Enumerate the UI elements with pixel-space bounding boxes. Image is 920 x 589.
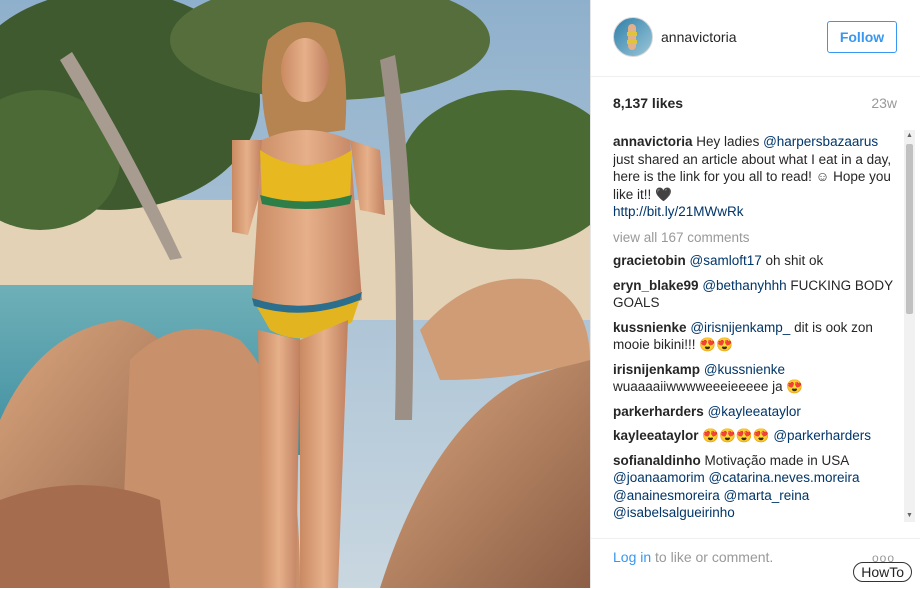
comment-item: kussnienke @irisnijenkamp_ dit is ook zo… — [613, 319, 895, 354]
caption-mention[interactable]: @harpersbazaarus — [763, 134, 878, 149]
scroll-up-arrow-icon[interactable]: ▲ — [904, 130, 915, 142]
comment-item: kayleeataylor 😍😍😍😍 @parkerharders — [613, 427, 895, 445]
comments-scrollbar[interactable]: ▲ ▼ — [904, 130, 915, 522]
comment-mention[interactable]: @parkerharders — [773, 428, 871, 443]
comment-item: parkerharders @kayleeataylor — [613, 403, 895, 421]
comment-mention[interactable]: @bethanyhhh — [702, 278, 786, 293]
comment-mention[interactable]: @kayleeataylor — [708, 404, 801, 419]
comments-list[interactable]: annavictoria Hey ladies @harpersbazaarus… — [613, 130, 895, 522]
comment-item: gracietobin @samloft17 oh shit ok — [613, 252, 895, 270]
login-link[interactable]: Log in — [613, 549, 651, 565]
scrollbar-thumb[interactable] — [906, 144, 913, 314]
comment-username[interactable]: kayleeataylor — [613, 428, 699, 443]
comment-item: irisnijenkamp @kussnienke wuaaaaiiwwwwee… — [613, 361, 895, 396]
howto-watermark: HowTo — [853, 562, 912, 582]
post-side-panel: annavictoria Follow 8,137 likes 23w anna… — [590, 0, 920, 588]
comment-username[interactable]: gracietobin — [613, 253, 686, 268]
comment-text: 😍😍😍😍 — [698, 428, 774, 443]
like-count[interactable]: 8,137 likes — [613, 95, 683, 111]
comment-item: sofianaldinho Motivação made in USA @joa… — [613, 452, 895, 522]
caption-username[interactable]: annavictoria — [613, 134, 693, 149]
avatar[interactable] — [613, 17, 653, 57]
view-all-comments-link[interactable]: view all 167 comments — [613, 229, 895, 247]
caption-text: just shared an article about what I eat … — [613, 151, 892, 202]
scroll-down-arrow-icon[interactable]: ▼ — [904, 510, 915, 522]
login-prompt-text: to like or comment. — [651, 549, 774, 565]
comment-username[interactable]: parkerharders — [613, 404, 704, 419]
post-time[interactable]: 23w — [871, 95, 897, 111]
caption-text: Hey ladies — [692, 134, 764, 149]
caption: annavictoria Hey ladies @harpersbazaarus… — [613, 133, 895, 221]
comment-text: Motivação made in USA — [700, 452, 849, 468]
comment-item: eryn_blake99 @bethanyhhh FUCKING BODY GO… — [613, 277, 895, 312]
beach-photo-image — [0, 0, 590, 588]
comment-username[interactable]: eryn_blake99 — [613, 278, 699, 293]
login-prompt: Log in to like or comment. — [613, 549, 773, 565]
follow-button[interactable]: Follow — [827, 21, 897, 53]
header-username[interactable]: annavictoria — [661, 29, 737, 45]
post-header: annavictoria Follow — [591, 0, 920, 77]
comment-username[interactable]: kussnienke — [613, 320, 687, 335]
comment-text: oh shit ok — [761, 253, 824, 268]
caption-link[interactable]: http://bit.ly/21MWwRk — [613, 204, 744, 219]
comment-mentions[interactable]: @joanaamorim @catarina.neves.moreira @an… — [613, 470, 860, 520]
comment-text: wuaaaaiiwwwweeeieeeee ja 😍 — [613, 379, 804, 394]
comment-mention[interactable]: @samloft17 — [690, 253, 762, 268]
comment-username[interactable]: irisnijenkamp — [613, 362, 700, 377]
comment-mention[interactable]: @irisnijenkamp_ — [690, 320, 790, 335]
post-photo[interactable] — [0, 0, 590, 588]
comment-mention[interactable]: @kussnienke — [704, 362, 785, 377]
comment-username[interactable]: sofianaldinho — [613, 453, 701, 468]
